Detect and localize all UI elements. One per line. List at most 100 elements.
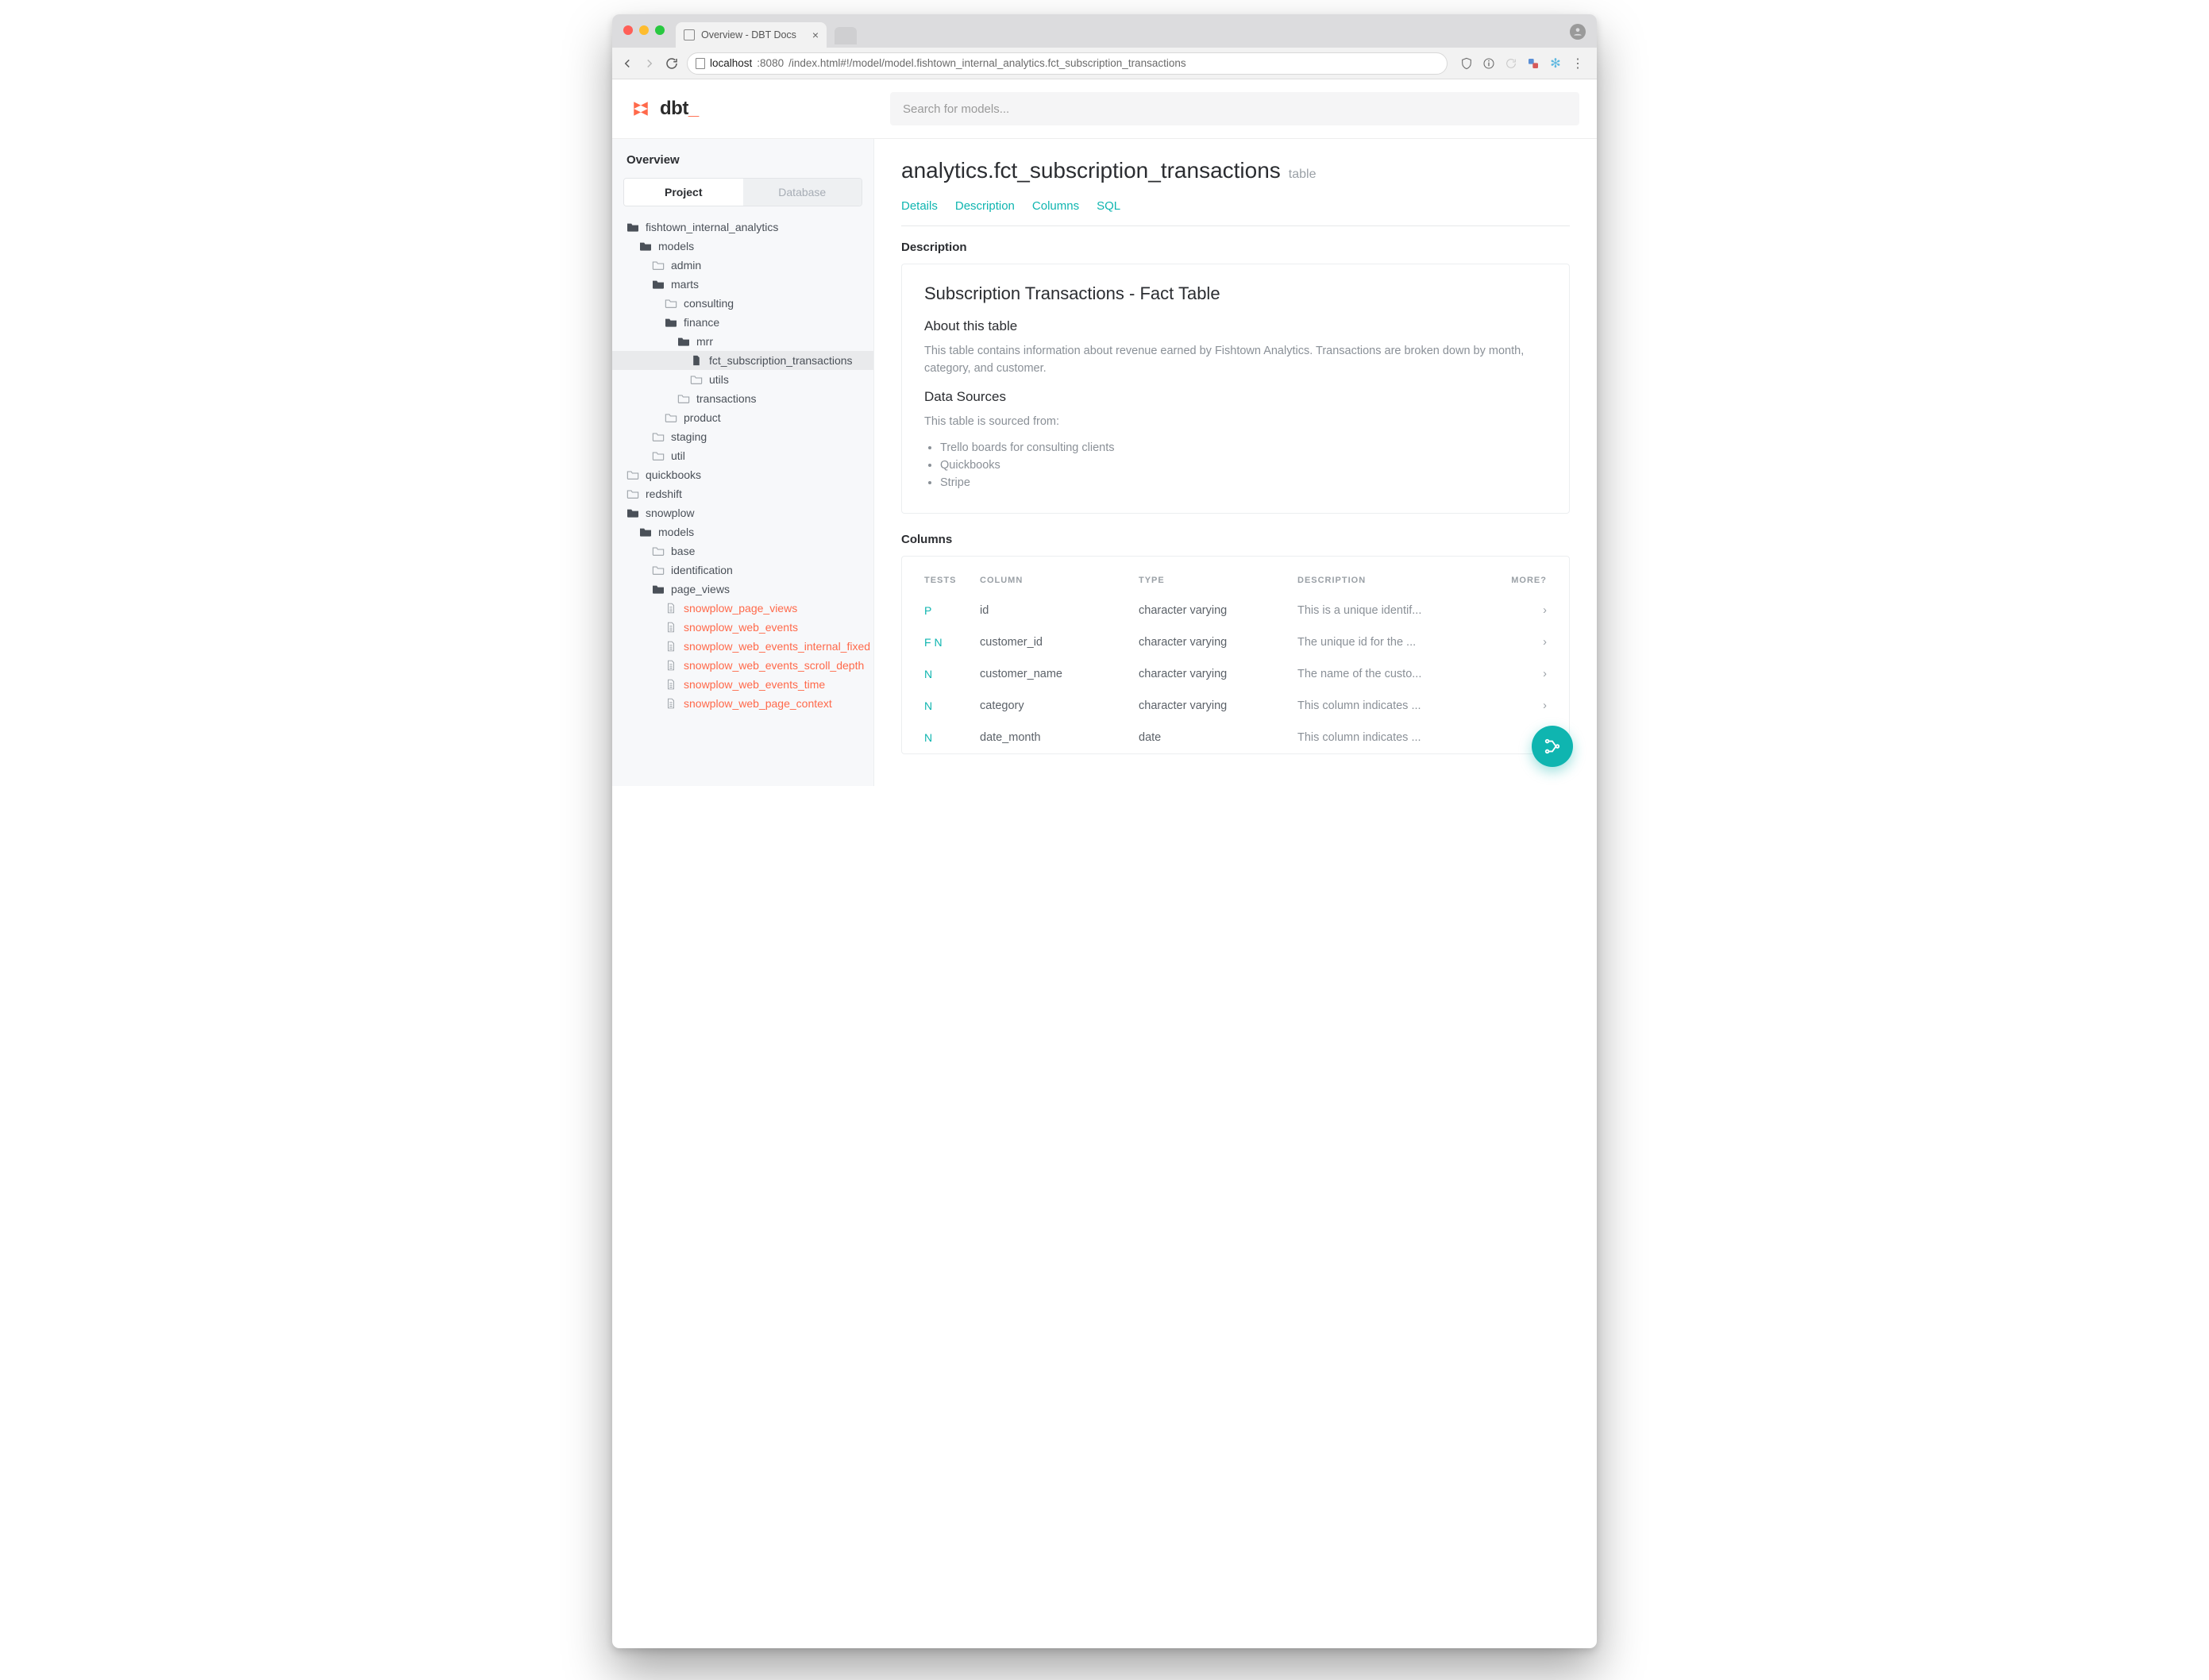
tree-node[interactable]: snowplow_web_events_internal_fixed xyxy=(612,637,873,656)
tree-node[interactable]: util xyxy=(612,446,873,465)
column-row[interactable]: F Ncustomer_idcharacter varyingThe uniqu… xyxy=(924,626,1547,658)
chevron-right-icon[interactable]: › xyxy=(1499,636,1547,649)
tree-node[interactable]: staging xyxy=(612,427,873,446)
ext-shield-icon[interactable] xyxy=(1460,57,1473,70)
col-type: date xyxy=(1139,731,1297,744)
tree-node[interactable]: fishtown_internal_analytics xyxy=(612,218,873,237)
close-tab-icon[interactable]: × xyxy=(812,29,819,41)
column-row[interactable]: Ndate_monthdateThis column indicates ...… xyxy=(924,722,1547,753)
tree-node-label: base xyxy=(671,545,695,557)
chrome-menu-icon[interactable]: ⋮ xyxy=(1571,57,1584,70)
column-row[interactable]: Ncategorycharacter varyingThis column in… xyxy=(924,690,1547,722)
folder-icon xyxy=(665,298,677,309)
about-heading: About this table xyxy=(924,318,1547,334)
tab-columns[interactable]: Columns xyxy=(1032,199,1079,213)
sidebar-heading: Overview xyxy=(612,153,873,178)
minimize-window-icon[interactable] xyxy=(639,25,649,35)
tree-node[interactable]: snowplow_web_events xyxy=(612,618,873,637)
tree-node[interactable]: consulting xyxy=(612,294,873,313)
col-head-column: COLUMN xyxy=(980,576,1139,585)
ext-info-icon[interactable] xyxy=(1482,57,1495,70)
folder-open-icon xyxy=(677,336,690,347)
chevron-right-icon[interactable]: › xyxy=(1499,668,1547,680)
ext-translate-icon[interactable] xyxy=(1527,57,1540,70)
search-input[interactable]: Search for models... xyxy=(890,92,1579,125)
tree-node[interactable]: finance xyxy=(612,313,873,332)
tree-node-label: redshift xyxy=(646,488,682,499)
tree-node[interactable]: product xyxy=(612,408,873,427)
window-controls[interactable] xyxy=(623,25,665,35)
tree-node[interactable]: base xyxy=(612,541,873,561)
source-item: Stripe xyxy=(940,476,1547,489)
column-row[interactable]: Pidcharacter varyingThis is a unique ide… xyxy=(924,595,1547,626)
file-tree: fishtown_internal_analyticsmodelsadminma… xyxy=(612,218,873,713)
main-content: analytics.fct_subscription_transactions … xyxy=(874,139,1597,786)
tree-node[interactable]: transactions xyxy=(612,389,873,408)
folder-icon xyxy=(652,450,665,461)
tree-node-label: mrr xyxy=(696,336,713,347)
tab-description[interactable]: Description xyxy=(955,199,1015,213)
lineage-fab[interactable] xyxy=(1532,726,1573,767)
chevron-right-icon[interactable]: › xyxy=(1499,699,1547,712)
url-port: :8080 xyxy=(757,57,784,69)
address-bar[interactable]: localhost:8080/index.html#!/model/model.… xyxy=(687,52,1448,75)
tree-node[interactable]: snowplow xyxy=(612,503,873,522)
segment-project[interactable]: Project xyxy=(624,179,743,206)
tab-sql[interactable]: SQL xyxy=(1097,199,1120,213)
tree-node-label: transactions xyxy=(696,393,756,404)
col-type: character varying xyxy=(1139,604,1297,617)
tree-node[interactable]: snowplow_web_events_time xyxy=(612,675,873,694)
tab-details[interactable]: Details xyxy=(901,199,938,213)
tree-node[interactable]: redshift xyxy=(612,484,873,503)
tree-node[interactable]: utils xyxy=(612,370,873,389)
ext-refresh-icon[interactable] xyxy=(1505,57,1517,70)
folder-icon xyxy=(626,488,639,499)
tree-node[interactable]: admin xyxy=(612,256,873,275)
tree-node[interactable]: models xyxy=(612,522,873,541)
tree-node-label: models xyxy=(658,526,694,538)
columns-card: TESTS COLUMN TYPE DESCRIPTION MORE? Pidc… xyxy=(901,556,1570,754)
tree-node[interactable]: marts xyxy=(612,275,873,294)
column-row[interactable]: Ncustomer_namecharacter varyingThe name … xyxy=(924,658,1547,690)
tree-node-label: snowplow_web_events xyxy=(684,622,798,633)
folder-icon xyxy=(652,564,665,576)
browser-window: Overview - DBT Docs × localhost:8080/ind… xyxy=(612,14,1597,1648)
tree-node[interactable]: models xyxy=(612,237,873,256)
new-tab-button[interactable] xyxy=(835,27,857,44)
tree-node[interactable]: snowplow_web_page_context xyxy=(612,694,873,713)
segment-database[interactable]: Database xyxy=(743,179,862,206)
tree-node[interactable]: fct_subscription_transactions xyxy=(612,351,873,370)
tree-node[interactable]: mrr xyxy=(612,332,873,351)
chrome-tab-bar: Overview - DBT Docs × xyxy=(612,14,1597,48)
site-info-icon[interactable] xyxy=(696,58,705,69)
folder-open-icon xyxy=(626,507,639,518)
forward-icon[interactable] xyxy=(642,56,657,71)
maximize-window-icon[interactable] xyxy=(655,25,665,35)
file-icon xyxy=(665,603,677,614)
tree-node[interactable]: snowplow_web_events_scroll_depth xyxy=(612,656,873,675)
folder-open-icon xyxy=(652,584,665,595)
folder-open-icon xyxy=(626,222,639,233)
file-solid-icon xyxy=(690,355,703,366)
col-tests: F N xyxy=(924,636,980,649)
reload-icon[interactable] xyxy=(665,56,679,71)
tree-node[interactable]: quickbooks xyxy=(612,465,873,484)
logo-text: dbt_ xyxy=(660,98,699,120)
tree-node-label: consulting xyxy=(684,298,734,309)
close-window-icon[interactable] xyxy=(623,25,633,35)
ext-snowflake-icon[interactable]: ✻ xyxy=(1549,57,1562,70)
file-icon xyxy=(665,698,677,709)
folder-icon xyxy=(665,412,677,423)
back-icon[interactable] xyxy=(620,56,634,71)
account-icon[interactable] xyxy=(1570,24,1586,40)
browser-tab[interactable]: Overview - DBT Docs × xyxy=(676,22,827,48)
folder-icon xyxy=(677,393,690,404)
logo[interactable]: dbt_ xyxy=(630,98,874,120)
tree-node-label: snowplow_web_events_internal_fixed xyxy=(684,641,870,652)
tree-node-label: page_views xyxy=(671,584,730,595)
chevron-right-icon[interactable]: › xyxy=(1499,604,1547,617)
tree-node[interactable]: page_views xyxy=(612,580,873,599)
tree-node-label: utils xyxy=(709,374,729,385)
tree-node[interactable]: snowplow_page_views xyxy=(612,599,873,618)
tree-node[interactable]: identification xyxy=(612,561,873,580)
